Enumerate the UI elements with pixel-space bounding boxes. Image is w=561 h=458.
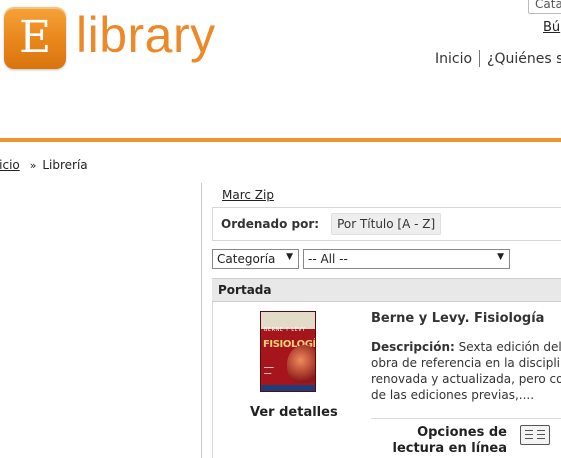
breadcrumb: Inicio » Librería — [0, 158, 88, 172]
breadcrumb-home[interactable]: Inicio — [0, 158, 20, 172]
description-line-2: obra de referencia en la disciplin — [371, 356, 561, 370]
cover-author-names: ━━━━ ━━━ — [264, 365, 274, 376]
reading-options-label[interactable]: Opciones de lectura en línea — [369, 425, 507, 457]
sort-label: Ordenado por: — [221, 217, 320, 231]
logo-text: library — [76, 7, 216, 63]
cover-bottom-strip — [261, 385, 315, 391]
book-title[interactable]: Berne y Levy. Fisiología — [371, 311, 544, 326]
nav-item-inicio[interactable]: Inicio — [435, 51, 472, 67]
category-select[interactable]: Categoría ▼ — [212, 249, 299, 269]
nav-separator — [479, 50, 481, 67]
book-cover-image[interactable]: BERNE Y LEVY FISIOLOGÍA ━━━━━━━ — [260, 311, 316, 392]
top-navigation: Inicio ¿Quiénes s — [435, 50, 561, 67]
caret-down-icon: ▼ — [286, 252, 293, 262]
description-line-3: renovada y actualizada, pero cor — [371, 372, 561, 386]
description-label: Descripción: — [371, 340, 455, 354]
category-value-select[interactable]: -- All -- ▼ — [303, 249, 510, 269]
search-link[interactable]: Bú — [543, 20, 560, 35]
logo-e-badge: E — [4, 7, 66, 69]
description-line-1: Sexta edición del — [458, 340, 561, 354]
category-select-label: Categoría — [217, 252, 276, 266]
nav-item-quienes[interactable]: ¿Quiénes s — [487, 51, 561, 67]
breadcrumb-current: Librería — [42, 158, 88, 172]
author-link[interactable]: Marc Zip — [222, 188, 274, 202]
caret-down-icon: ▼ — [497, 252, 504, 262]
book-description: Descripción: Sexta edición del obra de r… — [371, 339, 561, 403]
table-header-portada: Portada — [212, 278, 561, 302]
sort-by-title-button[interactable]: Por Título [A - Z] — [331, 213, 442, 235]
cover-head-illustration — [287, 345, 315, 383]
online-reader-icon[interactable] — [520, 425, 550, 445]
column-divider — [201, 183, 202, 458]
category-value-label: -- All -- — [308, 252, 348, 266]
options-divider — [371, 418, 561, 419]
elibrary-logo[interactable]: E library — [4, 6, 216, 70]
sort-row: Ordenado por: Por Título [A - Z] — [212, 207, 561, 241]
search-input[interactable]: Cata — [528, 0, 561, 14]
view-details-button[interactable]: Ver detalles — [250, 405, 338, 420]
breadcrumb-arrow: » — [29, 159, 37, 172]
header-divider — [0, 138, 561, 142]
cover-authors: BERNE Y LEVY — [264, 327, 306, 333]
description-line-4: de las ediciones previas,.... — [371, 388, 535, 402]
